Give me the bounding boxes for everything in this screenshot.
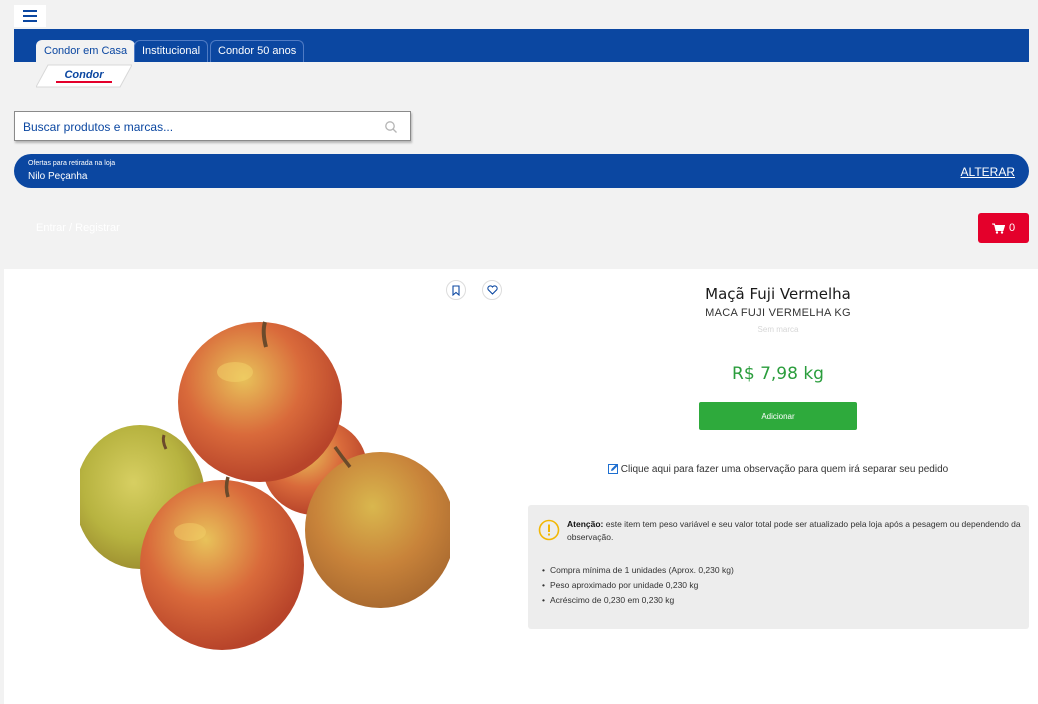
cart-count: 0 (1008, 222, 1016, 234)
observation-link[interactable]: Clique aqui para fazer uma observação pa… (528, 463, 1028, 475)
product-brand: Sem marca (757, 325, 799, 334)
change-store-link[interactable]: ALTERAR (961, 165, 1015, 179)
observation-text: Clique aqui para fazer uma observação pa… (620, 464, 949, 475)
cart-button[interactable]: 0 (978, 213, 1029, 243)
search-icon[interactable] (384, 120, 398, 134)
tab-condor-em-casa[interactable]: Condor em Casa (36, 40, 136, 62)
bookmark-icon (452, 284, 460, 296)
product-subtitle: MACA FUJI VERMELHA KG (705, 307, 851, 319)
top-navigation: Condor em Casa Institucional Condor 50 a… (14, 29, 1029, 62)
tab-institucional[interactable]: Institucional (134, 40, 209, 62)
notice-strong: Atenção: (567, 519, 604, 529)
save-list-button[interactable] (446, 280, 466, 300)
cart-icon (991, 223, 1005, 234)
variable-weight-notice: Atenção: este item tem peso variável e s… (528, 505, 1029, 629)
search-input[interactable]: Buscar produtos e marcas... (14, 111, 411, 141)
warning-icon (538, 519, 560, 541)
store-name: Nilo Peçanha (28, 171, 88, 182)
notice-text: Atenção: este item tem peso variável e s… (567, 518, 1022, 544)
menu-button[interactable] (14, 5, 46, 27)
heart-icon (486, 285, 498, 295)
product-panel: Maçã Fuji Vermelha MACA FUJI VERMELHA KG… (4, 269, 1038, 704)
notice-list: Compra mínima de 1 unidades (Aprox. 0,23… (542, 563, 734, 608)
store-label: Ofertas para retirada na loja (28, 160, 116, 167)
product-title: Maçã Fuji Vermelha (705, 285, 851, 303)
list-item: Compra mínima de 1 unidades (Aprox. 0,23… (542, 563, 734, 578)
menu-icon-line (23, 10, 37, 12)
list-item: Acréscimo de 0,230 em 0,230 kg (542, 593, 734, 608)
menu-icon-line (23, 20, 37, 22)
favorite-button[interactable] (482, 280, 502, 300)
tab-condor-50-anos[interactable]: Condor 50 anos (210, 40, 305, 62)
product-price: R$ 7,98 kg (732, 364, 824, 384)
condor-logo[interactable]: Condor (36, 64, 132, 88)
product-image (80, 317, 450, 662)
search-placeholder: Buscar produtos e marcas... (23, 120, 174, 134)
logo-text: Condor (64, 69, 104, 81)
login-link[interactable]: Entrar / Registrar (36, 222, 120, 234)
menu-icon-line (23, 15, 37, 17)
notice-body: este item tem peso variável e seu valor … (567, 519, 1021, 542)
store-selector-bar: Ofertas para retirada na loja Nilo Peçan… (14, 154, 1029, 188)
pencil-icon (607, 464, 618, 474)
list-item: Peso aproximado por unidade 0,230 kg (542, 578, 734, 593)
add-to-cart-button[interactable]: Adicionar (699, 402, 857, 430)
